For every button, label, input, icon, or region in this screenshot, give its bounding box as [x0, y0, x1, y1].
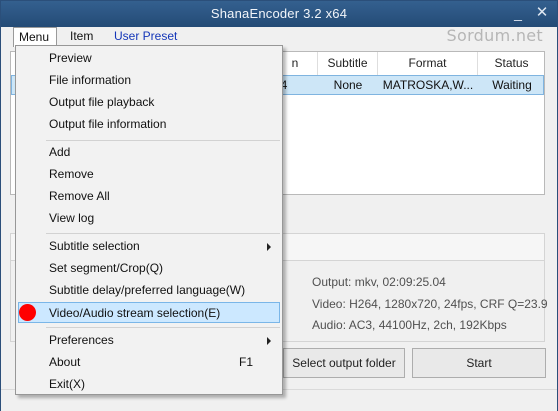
menu-separator — [46, 327, 280, 328]
menu-item-label: Add — [49, 145, 71, 159]
menu-user-preset[interactable]: User Preset — [109, 27, 182, 46]
menu-item-shortcut: F1 — [239, 355, 254, 369]
watermark-logo: Sordum.net — [446, 26, 543, 45]
output-format-text: Output: mkv, 02:09:25.04 — [312, 275, 446, 289]
cell-subtitle: None — [333, 78, 363, 92]
cell-format: MATROSKA,W... — [382, 78, 474, 92]
menu-item-exit[interactable]: Exit(X) — [18, 374, 280, 395]
menu-item-preview[interactable]: Preview — [18, 48, 280, 69]
menu-item-subtitle-delay[interactable]: Subtitle delay/preferred language(W) — [18, 280, 280, 301]
column-header-format[interactable]: Format — [377, 52, 477, 75]
menu-item-about[interactable]: About F1 — [18, 352, 280, 373]
submenu-arrow-icon — [267, 337, 271, 345]
column-header-status[interactable]: Status — [477, 52, 545, 75]
menu-item-label: Output file information — [49, 117, 167, 131]
menu-item-label: Output file playback — [49, 95, 155, 109]
menu-item-label: Preferences — [49, 333, 114, 347]
menu-item-label: About — [49, 355, 81, 369]
menu-item-add[interactable]: Add — [18, 142, 280, 163]
video-info-text: Video: H264, 1280x720, 24fps, CRF Q=23.9 — [312, 297, 548, 311]
start-button[interactable]: Start — [412, 348, 546, 378]
menu-item-output-file-playback[interactable]: Output file playback — [18, 92, 280, 113]
menu-item-set-segment-crop[interactable]: Set segment/Crop(Q) — [18, 258, 280, 279]
window-title: ShanaEncoder 3.2 x64 — [210, 6, 348, 21]
menu-item-output-file-information[interactable]: Output file information — [18, 114, 280, 135]
menu-item-file-information[interactable]: File information — [18, 70, 280, 91]
close-button[interactable]: ✕ — [531, 4, 553, 22]
menu-item-subtitle-selection[interactable]: Subtitle selection — [18, 236, 280, 257]
menu-item-label: View log — [49, 211, 95, 225]
menu-item-label: Remove All — [49, 189, 110, 203]
minimize-button[interactable]: _ — [507, 4, 529, 22]
audio-info-text: Audio: AC3, 44100Hz, 2ch, 192Kbps — [312, 318, 507, 332]
title-bar[interactable]: ShanaEncoder 3.2 x64 _ ✕ — [1, 1, 557, 27]
menu-separator — [46, 233, 280, 234]
menu-item-remove[interactable]: Remove — [18, 164, 280, 185]
submenu-arrow-icon — [267, 243, 271, 251]
menu-dropdown: Preview File information Output file pla… — [15, 45, 283, 395]
menu-item-label: Video/Audio stream selection(E) — [49, 306, 221, 320]
menu-item-remove-all[interactable]: Remove All — [18, 186, 280, 207]
select-output-folder-button[interactable]: Select output folder — [283, 348, 405, 378]
menu-item-label: Exit(X) — [49, 377, 85, 391]
menu-item-label: File information — [49, 73, 132, 87]
menu-item-label: Subtitle delay/preferred language(W) — [49, 283, 246, 297]
menu-item-label: Remove — [49, 167, 94, 181]
column-header-subtitle[interactable]: Subtitle — [317, 52, 377, 75]
red-marker-icon — [19, 304, 36, 321]
menu-item-view-log[interactable]: View log — [18, 208, 280, 229]
cell-status: Waiting — [492, 78, 532, 92]
menu-item-video-audio-stream-selection[interactable]: Video/Audio stream selection(E) — [18, 302, 280, 323]
menu-item[interactable]: Item — [65, 27, 98, 46]
app-window: ShanaEncoder 3.2 x64 _ ✕ Menu Item User … — [0, 0, 558, 411]
menu-item-label: Set segment/Crop(Q) — [49, 261, 164, 275]
menu-separator — [46, 140, 280, 141]
menu-menu[interactable]: Menu — [13, 27, 57, 47]
menu-item-label: Preview — [49, 51, 92, 65]
menu-item-label: Subtitle selection — [49, 239, 140, 253]
menu-item-preferences[interactable]: Preferences — [18, 330, 280, 351]
